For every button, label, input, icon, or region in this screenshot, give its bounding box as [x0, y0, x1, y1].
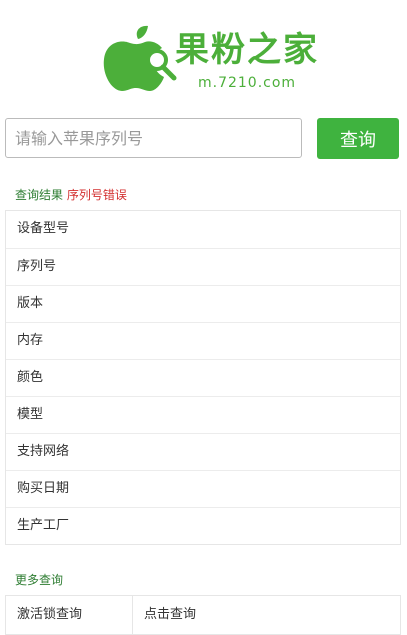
- result-table: 设备型号 序列号 版本 内存 颜色 模型 支持网络 购买日期 生产工厂: [5, 210, 401, 545]
- activation-lock-query-link[interactable]: 点击查询: [133, 596, 400, 634]
- logo-text: 果粉之家: [175, 30, 319, 70]
- result-row-purchase-date: 购买日期: [6, 470, 400, 507]
- logo-domain: m.7210.com: [198, 75, 297, 91]
- result-heading: 查询结果 序列号错误: [15, 186, 127, 203]
- apple-logo-icon: [103, 25, 177, 91]
- result-row-model: 模型: [6, 396, 400, 433]
- result-row-storage: 内存: [6, 322, 400, 359]
- result-row-device-model: 设备型号: [17, 221, 70, 236]
- more-query-table: 激活锁查询 点击查询: [5, 595, 401, 635]
- result-status: 序列号错误: [66, 188, 127, 202]
- result-title: 查询结果: [15, 188, 64, 202]
- activation-lock-label: 激活锁查询: [6, 596, 133, 634]
- query-button[interactable]: 查询: [317, 118, 399, 159]
- result-row-factory: 生产工厂: [6, 507, 400, 544]
- more-query-title: 更多查询: [15, 573, 64, 587]
- serial-number-input[interactable]: [5, 118, 302, 158]
- site-header: 果粉之家 m.7210.com: [0, 0, 407, 110]
- result-row-version: 版本: [6, 285, 400, 322]
- result-row-color: 颜色: [6, 359, 400, 396]
- result-row-serial-number: 序列号: [6, 248, 400, 285]
- result-row-network: 支持网络: [6, 433, 400, 470]
